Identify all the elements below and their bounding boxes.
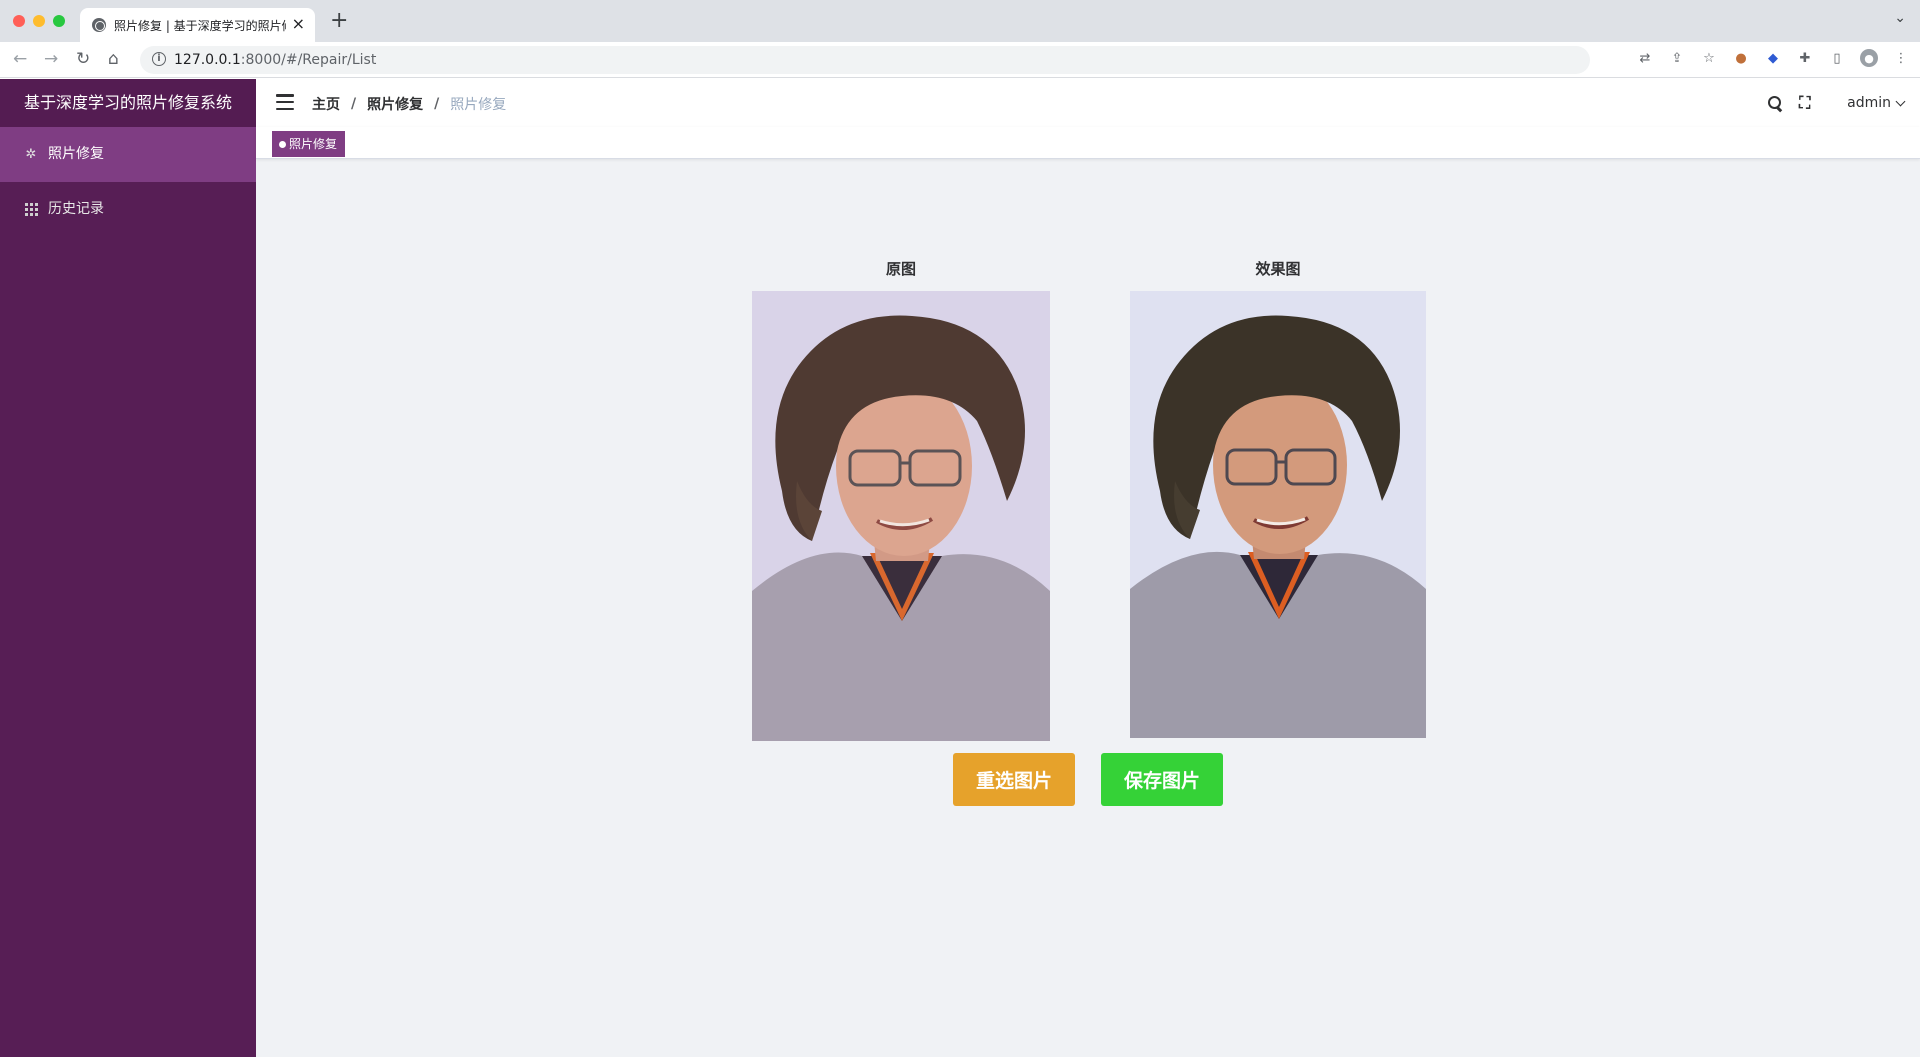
breadcrumb: 主页 / 照片修复 / 照片修复 [312,94,506,114]
tab-search-chevron-icon[interactable]: ⌄ [1894,10,1906,26]
home-button[interactable]: ⌂ [108,48,119,70]
original-column: 原图 [751,259,1051,741]
hamburger-icon[interactable] [276,94,294,110]
original-label: 原图 [885,260,916,278]
browser-tab[interactable]: 照片修复 | 基于深度学习的照片修复系统 × [80,8,315,42]
sidebar-item-photo-repair[interactable]: ✲ 照片修复 [0,127,256,182]
new-tab-button[interactable]: + [330,10,348,32]
toolbar-icons: ⇄ ⇪ ☆ ● ◆ ✚ ▯ ● ⋮ [1636,49,1910,67]
reload-button[interactable]: ↻ [76,48,90,70]
repair-content: 原图 效果图 重选图片 保存图片 [256,159,1920,1057]
address-bar[interactable]: i 127.0.0.1:8000/#/Repair/List [140,46,1590,74]
fullscreen-icon[interactable]: ⛶ [1799,95,1815,111]
close-window-button[interactable] [13,15,25,27]
puzzle-icon[interactable]: ✚ [1796,49,1814,67]
tags-view: 照片修复 [256,127,1920,159]
sidebar-item-label: 历史记录 [48,201,104,217]
app-title: 基于深度学习的照片修复系统 [0,79,256,127]
grid-icon [24,203,38,217]
sidebar: 基于深度学习的照片修复系统 ✲ 照片修复 历史记录 [0,79,256,1057]
browser-tab-strip: 照片修复 | 基于深度学习的照片修复系统 × + ⌄ [0,0,1920,42]
maximize-window-button[interactable] [53,15,65,27]
more-icon[interactable]: ⋮ [1892,49,1910,67]
globe-icon [92,18,106,32]
url-path: :8000/#/Repair/List [240,52,377,68]
result-label: 效果图 [1255,260,1301,278]
minimize-window-button[interactable] [33,15,45,27]
breadcrumb-current: 照片修复 [450,97,507,113]
sidebar-item-history[interactable]: 历史记录 [0,182,256,237]
breadcrumb-separator: / [351,96,357,112]
user-menu[interactable]: admin [1847,95,1906,111]
share-icon[interactable]: ⇪ [1668,49,1686,67]
close-tab-icon[interactable]: × [292,15,305,33]
reselect-image-button[interactable]: 重选图片 [953,753,1075,806]
navbar: 主页 / 照片修复 / 照片修复 ⛶ admin [256,79,1920,127]
browser-toolbar: ← → ↻ ⌂ i 127.0.0.1:8000/#/Repair/List ⇄… [0,42,1920,78]
tab-title: 照片修复 | 基于深度学习的照片修复系统 [114,19,286,33]
translate-icon[interactable]: ⇄ [1636,49,1654,67]
forward-button[interactable]: → [44,48,58,70]
original-photo [752,291,1050,741]
site-info-icon[interactable]: i [152,52,166,66]
url-text[interactable]: 127.0.0.1:8000/#/Repair/List [174,52,376,68]
url-host: 127.0.0.1 [174,52,241,68]
breadcrumb-separator: / [434,96,440,112]
main-area: 主页 / 照片修复 / 照片修复 ⛶ admin 照片修复 原图 效果图 重选图… [256,79,1920,1057]
star-icon[interactable]: ☆ [1700,49,1718,67]
tag-dot-icon [279,140,286,148]
sidepanel-icon[interactable]: ▯ [1828,49,1846,67]
chevron-down-icon [1895,96,1906,106]
breadcrumb-photo-repair[interactable]: 照片修复 [367,94,423,114]
breadcrumb-home[interactable]: 主页 [312,94,340,114]
search-icon[interactable] [1767,95,1783,111]
sidebar-item-label: 照片修复 [48,146,104,162]
tag-label: 照片修复 [289,137,338,151]
tag-photo-repair[interactable]: 照片修复 [272,131,346,157]
extension-shield-icon[interactable]: ◆ [1764,49,1782,67]
back-button[interactable]: ← [13,48,27,70]
magic-icon: ✲ [25,147,37,162]
app: 基于深度学习的照片修复系统 ✲ 照片修复 历史记录 主页 / 照片修复 / 照片… [0,79,1920,1057]
result-photo [1130,291,1426,738]
profile-icon[interactable]: ● [1860,49,1878,67]
result-column: 效果图 [1128,259,1428,738]
action-buttons: 重选图片 保存图片 [953,753,1223,806]
username: admin [1847,95,1891,111]
save-image-button[interactable]: 保存图片 [1101,753,1223,806]
extension-face-icon[interactable]: ● [1732,49,1750,67]
navbar-right: ⛶ admin [1767,79,1906,127]
